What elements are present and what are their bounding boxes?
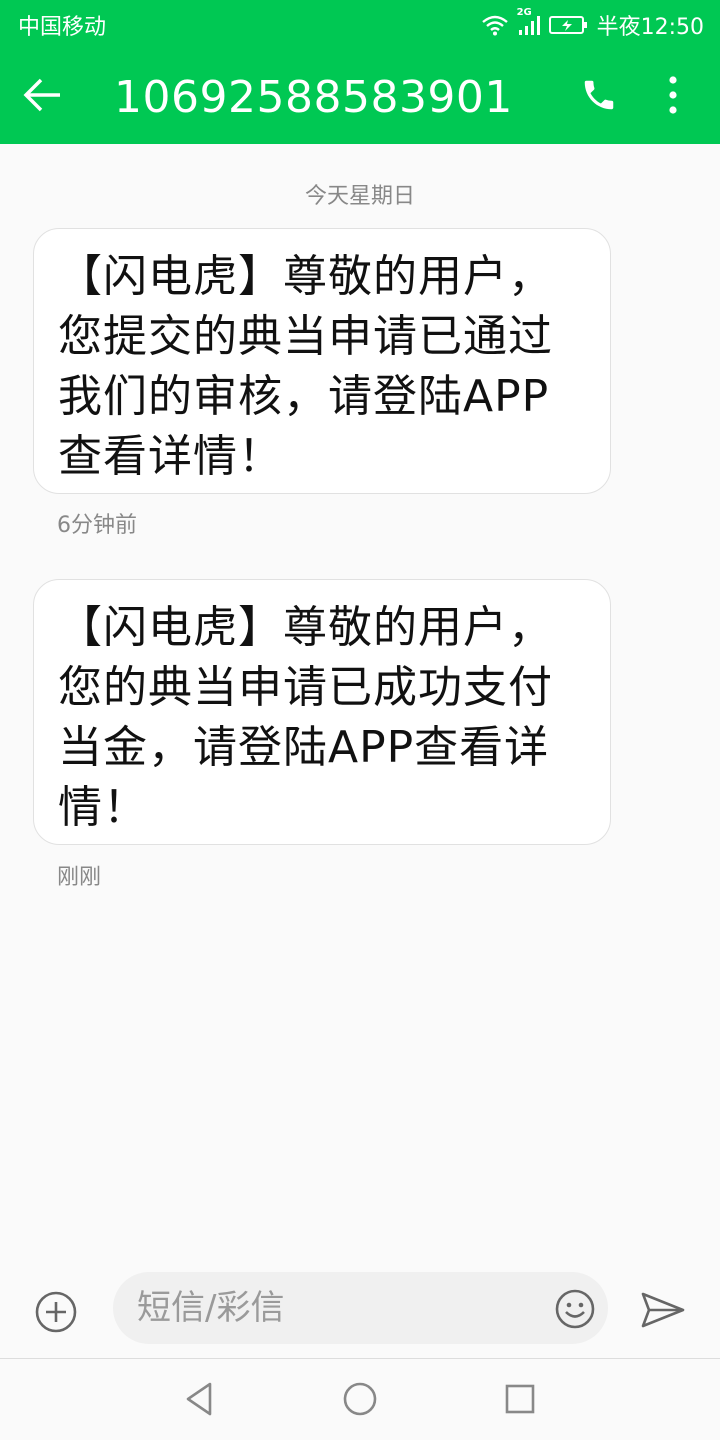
nav-back-icon [180, 1382, 220, 1423]
message-timestamp: 6分钟前 [57, 513, 137, 538]
nav-home-icon [340, 1382, 380, 1423]
wifi-icon [481, 14, 509, 36]
back-button[interactable] [22, 50, 92, 144]
nav-recent-icon [500, 1384, 540, 1423]
clock-label: 半夜12:50 [596, 15, 704, 40]
more-options-button[interactable] [648, 50, 698, 144]
nav-recent-button[interactable] [500, 1379, 540, 1419]
call-button[interactable] [564, 50, 634, 144]
system-nav-bar [0, 1358, 720, 1440]
signal-icon: 2G [517, 7, 541, 36]
app-bar: 10692588583901 [0, 50, 720, 144]
add-attachment-button[interactable] [34, 1290, 78, 1334]
phone-icon [580, 76, 618, 118]
send-button[interactable] [640, 1290, 686, 1330]
message-composer [0, 1270, 720, 1358]
contact-number-title: 10692588583901 [114, 71, 513, 123]
emoji-icon [554, 1289, 596, 1334]
status-indicators: 2G 半夜12:50 [481, 7, 704, 41]
arrow-back-icon [22, 77, 62, 117]
nav-back-button[interactable] [180, 1379, 220, 1419]
message-input-container [113, 1272, 608, 1344]
message-timestamp: 刚刚 [57, 865, 102, 890]
nav-home-button[interactable] [340, 1379, 380, 1419]
network-type-label: 2G [516, 7, 532, 18]
carrier-label: 中国移动 [18, 15, 107, 40]
battery-icon [548, 14, 589, 36]
send-icon [640, 1292, 686, 1334]
date-divider: 今天星期日 [304, 184, 415, 209]
more-vert-icon [668, 75, 678, 119]
emoji-button[interactable] [554, 1288, 596, 1330]
add-circle-icon [34, 1291, 78, 1338]
sms-conversation-screen: 中国移动 2G 半夜12:50 10692588583901 今天星期日 【闪电… [0, 0, 720, 1440]
status-bar: 中国移动 2G 半夜12:50 [0, 0, 720, 50]
message-bubble[interactable]: 【闪电虎】尊敬的用户，您提交的典当申请已通过我们的审核，请登陆APP查看详情！ [33, 228, 611, 494]
message-bubble[interactable]: 【闪电虎】尊敬的用户，您的典当申请已成功支付当金，请登陆APP查看详情！ [33, 579, 611, 845]
message-input[interactable] [137, 1272, 537, 1344]
